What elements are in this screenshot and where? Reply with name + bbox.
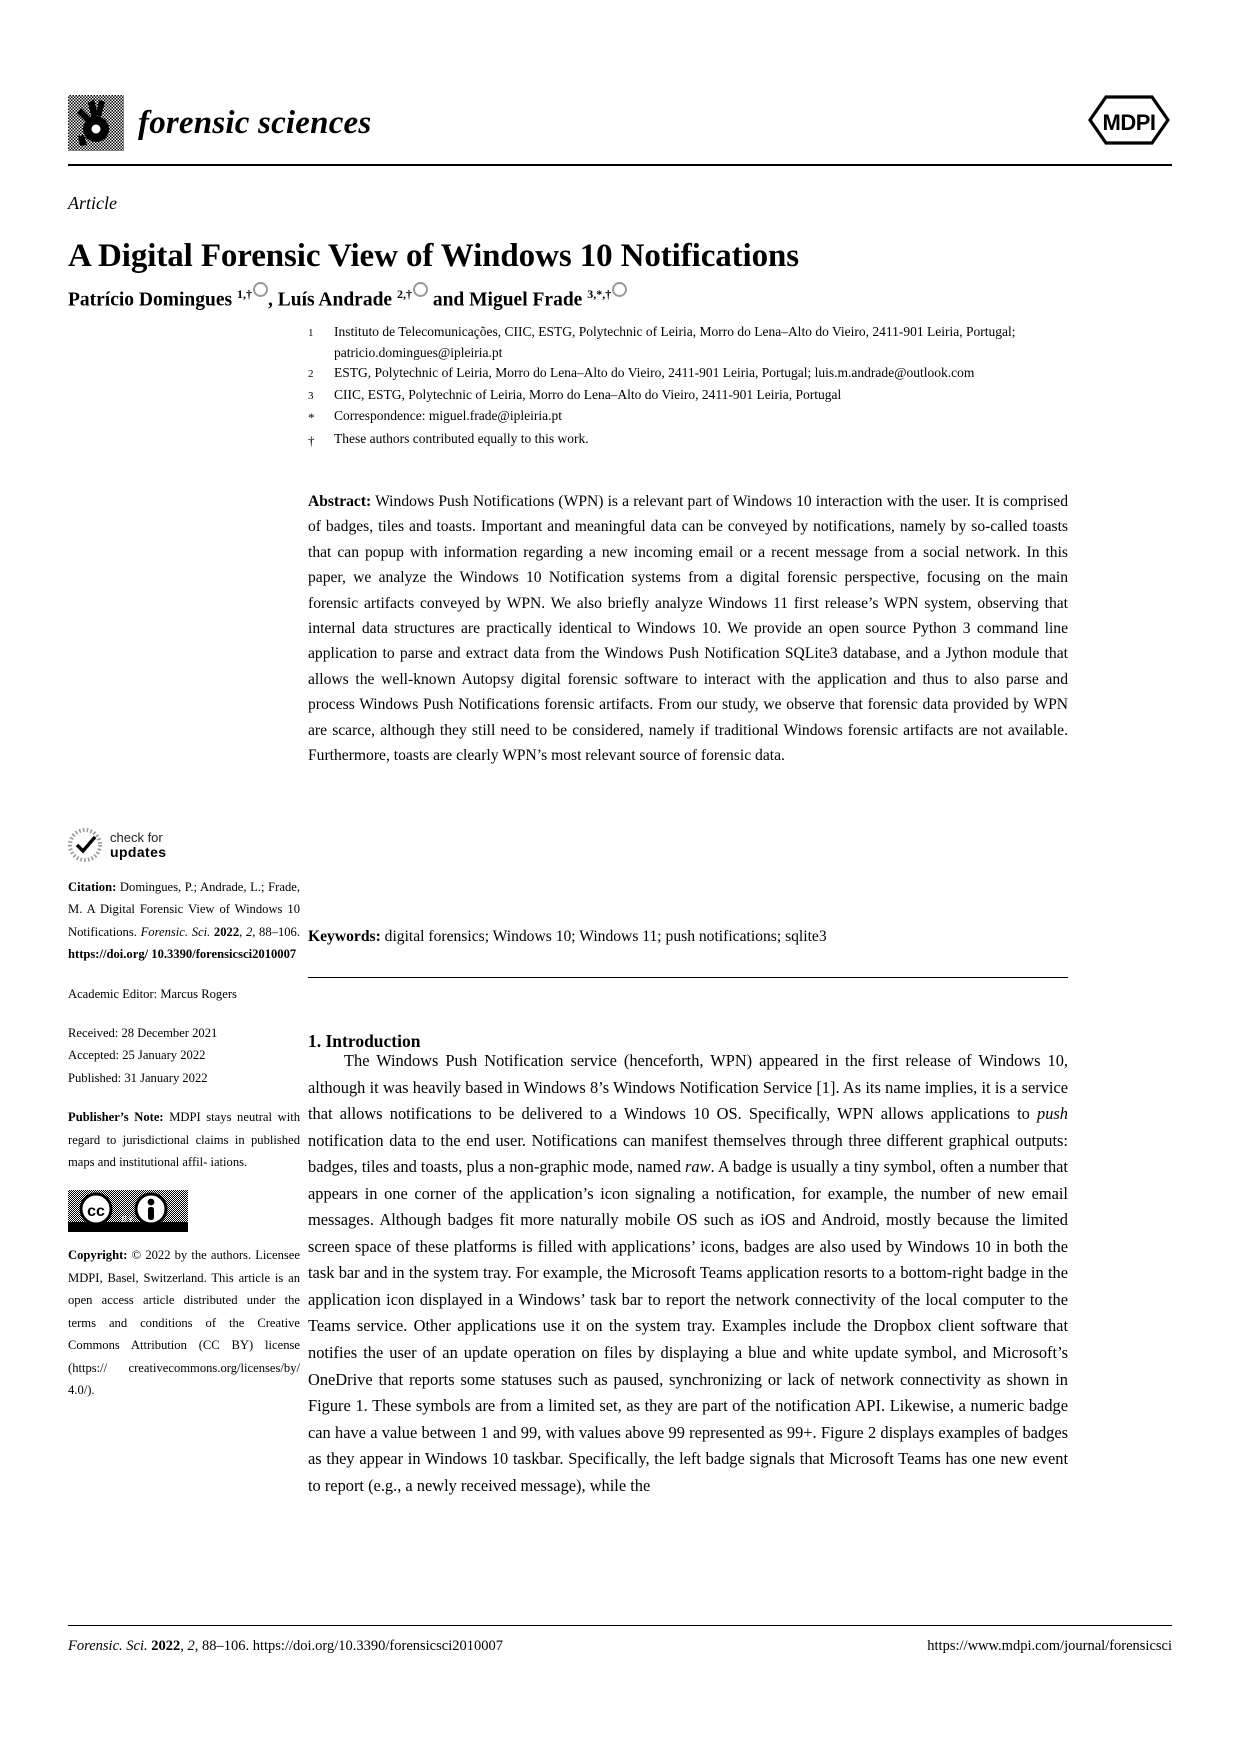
academic-editor: Academic Editor: Marcus Rogers — [68, 986, 237, 1001]
affiliation-marker: 2 — [308, 368, 314, 380]
header-divider — [68, 164, 1172, 166]
abstract-text: Windows Push Notifications (WPN) is a re… — [308, 493, 1068, 765]
affiliation-row: * Correspondence: miguel.frade@ipleiria.p… — [308, 406, 1068, 429]
cc-by-license-badge[interactable]: cc BY — [68, 1190, 188, 1233]
keywords-label: Keywords: — [308, 928, 381, 945]
received-date: Received: 28 December 2021 — [68, 1026, 218, 1041]
check-for-updates-badge[interactable]: check for updates — [68, 828, 300, 862]
affiliation-row: 2 ESTG, Polytechnic of Leiria, Morro do L… — [308, 363, 1068, 385]
footer-journal-url[interactable]: https://www.mdpi.com/journal/forensicsci — [927, 1638, 1172, 1655]
check-updates-line2: updates — [110, 844, 167, 860]
publication-dates: Received: 28 December 2021 Accepted: 25 … — [68, 1022, 300, 1089]
masthead: forensic sciences MDPI — [68, 95, 1172, 165]
check-updates-line1: check for — [110, 830, 163, 845]
section-divider — [308, 977, 1068, 978]
affiliation-list: 1 Instituto de Telecomunicações, CIIC, ES… — [308, 322, 1068, 451]
citation-block: Citation: Domingues, P.; Andrade, L.; Fr… — [68, 880, 300, 962]
cc-by-label: BY — [121, 1215, 135, 1225]
check-for-updates-text: check for updates — [110, 830, 167, 860]
mdpi-logo-icon: MDPI — [1088, 95, 1170, 145]
journal-title: forensic sciences — [138, 104, 372, 141]
copyright-block: Copyright: © 2022 by the authors. Licens… — [68, 1248, 300, 1397]
journal-logo-group: forensic sciences — [68, 95, 371, 151]
page-title: A Digital Forensic View of Windows 10 No… — [68, 238, 800, 275]
svg-text:MDPI: MDPI — [1103, 110, 1156, 135]
affiliation-marker: 3 — [308, 389, 314, 402]
footer-divider — [68, 1625, 1172, 1626]
affiliation-text: These authors contributed equally to thi… — [334, 430, 589, 446]
article-type-label: Article — [68, 193, 117, 213]
keywords-text: digital forensics; Windows 10; Windows 1… — [380, 928, 827, 945]
keywords-block: Keywords: digital forensics; Windows 10;… — [308, 924, 1068, 949]
handprint-logo-icon — [68, 95, 124, 151]
author-list: Patrício Domingues 1,†, Luís Andrade 2,†… — [68, 281, 1108, 314]
affiliation-text: ESTG, Polytechnic of Leiria, Morro do Le… — [334, 365, 975, 380]
affiliation-marker: † — [308, 432, 315, 448]
accepted-date: Accepted: 25 January 2022 — [68, 1048, 206, 1063]
published-date: Published: 31 January 2022 — [68, 1070, 208, 1085]
abstract-label: Abstract: — [308, 493, 372, 510]
affiliation-marker: 1 — [308, 327, 314, 339]
affiliation-text: CIIC, ESTG, Polytechnic of Leiria, Morro… — [334, 386, 842, 402]
footer-citation: Forensic. Sci. 2022, 2, 88–106. https://… — [68, 1638, 503, 1654]
affiliation-row: 1 Instituto de Telecomunicações, CIIC, ES… — [308, 322, 1068, 363]
abstract-block: Abstract: Windows Push Notifications (WP… — [308, 489, 1068, 768]
introduction-paragraph: The Windows Push Notification service (h… — [308, 1051, 1068, 1495]
affiliation-marker: * — [308, 410, 315, 425]
sidebar: check for updates Citation: Domingues, P… — [68, 828, 300, 1418]
affiliation-text: Correspondence: miguel.frade@ipleiria.pt — [334, 408, 562, 423]
publishers-note: Publisher’s Note: MDPI stays neutral wit… — [68, 1110, 300, 1170]
affiliation-text: Instituto de Telecomunicações, CIIC, EST… — [334, 324, 1016, 360]
check-for-updates-icon — [68, 828, 102, 862]
document-page: forensic sciences MDPI Article A Digital… — [0, 0, 1240, 1754]
affiliation-row: 3 CIIC, ESTG, Polytechnic of Leiria, Morr… — [308, 385, 1068, 407]
affiliation-row: † These authors contributed equally to th… — [308, 429, 1068, 452]
